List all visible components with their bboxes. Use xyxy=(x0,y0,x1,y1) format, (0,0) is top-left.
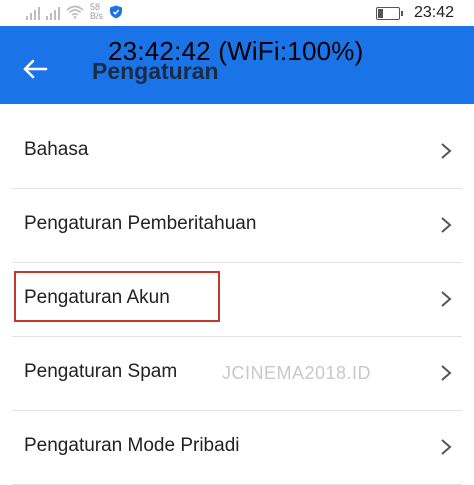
wifi-icon xyxy=(66,5,84,19)
chevron-right-icon xyxy=(441,439,452,455)
watermark: JCINEMA2018.ID xyxy=(222,363,372,383)
chevron-right-icon xyxy=(441,291,452,307)
settings-item-bahasa[interactable]: Bahasa xyxy=(12,115,462,189)
app-bar: Pengaturan 23:42:42 (WiFi:100%) xyxy=(0,26,474,104)
status-bar-left: 58 B/s xyxy=(26,3,123,21)
network-speed: 58 B/s xyxy=(90,3,103,21)
chevron-right-icon xyxy=(441,217,452,233)
settings-item-mode-pribadi[interactable]: Pengaturan Mode Pribadi xyxy=(12,411,462,485)
settings-item-pemberitahuan[interactable]: Pengaturan Pemberitahuan xyxy=(12,189,462,263)
clock-wifi-overlay: 23:42:42 (WiFi:100%) xyxy=(108,36,364,66)
status-bar-right: 23:42 xyxy=(375,4,454,22)
signal-icon xyxy=(46,4,60,20)
highlight-box xyxy=(14,271,220,322)
status-clock: 23:42 xyxy=(413,4,454,21)
shield-icon xyxy=(110,5,123,19)
signal-icon xyxy=(26,4,40,20)
settings-item-label: Bahasa xyxy=(24,139,89,160)
chevron-right-icon xyxy=(441,143,452,159)
battery-icon xyxy=(375,6,403,20)
network-speed-unit: B/s xyxy=(90,11,104,21)
chevron-right-icon xyxy=(441,365,452,381)
battery-fill xyxy=(377,8,384,18)
back-arrow-icon[interactable] xyxy=(22,58,48,80)
settings-item-label: Pengaturan Mode Pribadi xyxy=(24,435,240,456)
settings-item-label: Pengaturan Pemberitahuan xyxy=(24,213,257,234)
settings-item-label: Pengaturan Spam xyxy=(24,361,178,382)
status-bar: 58 B/s 23:42 xyxy=(0,0,474,26)
